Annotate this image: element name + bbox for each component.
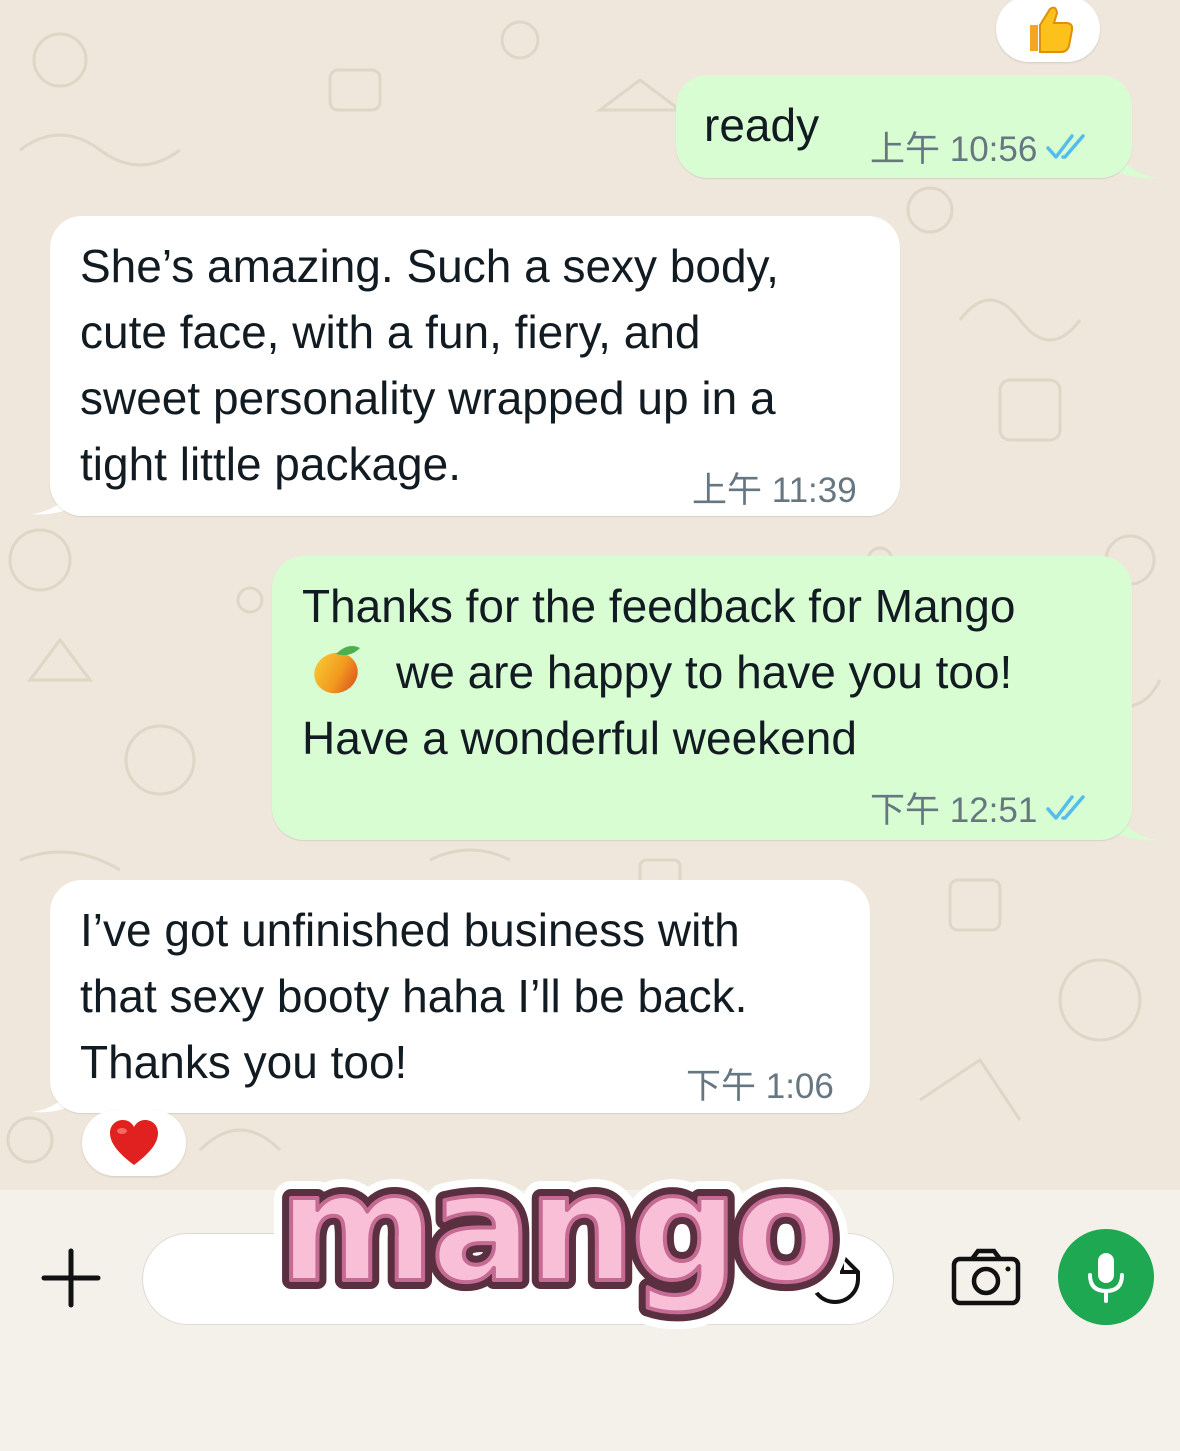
message-text-line: we are happy to have you too! [396,646,1013,698]
camera-icon[interactable] [950,1247,1022,1307]
message-text-line: Thanks for the feedback for Mango [302,580,1016,632]
message-text: She’s amazing. Such a sexy body, cute fa… [80,240,779,490]
message-bubble-outgoing[interactable]: Thanks for the feedback for Mango we are… [272,556,1132,840]
message-text-line: Have a wonderful weekend [302,712,857,764]
brand-watermark: mango mango mango [262,1140,855,1333]
voice-message-button[interactable] [1058,1229,1154,1325]
message-bubble-incoming[interactable]: She’s amazing. Such a sexy body, cute fa… [50,216,900,516]
red-heart-icon [110,1120,158,1165]
reaction-thumbs-up[interactable] [996,0,1100,62]
message-time: 上午 10:56 [870,130,1038,169]
message-time: 上午 11:39 [692,471,857,510]
message-text: I’ve got unfinished business with that s… [80,904,748,1088]
thumbs-up-icon [1030,6,1074,53]
message-meta: 上午 10:56 [870,121,1091,172]
message-text: ready [704,99,820,151]
message-time: 下午 1:06 [686,1067,834,1106]
read-receipt-icon [1046,794,1086,820]
message-bubble-outgoing[interactable]: ready 上午 10:56 [676,75,1132,178]
message-time: 下午 12:51 [870,791,1038,830]
microphone-icon [1088,1253,1124,1303]
message-meta: 下午 12:51 [870,782,1091,833]
read-receipt-icon [1046,133,1086,159]
mango-emoji [314,646,360,694]
reaction-heart[interactable] [82,1110,186,1176]
message-bubble-incoming[interactable]: I’ve got unfinished business with that s… [50,880,870,1113]
watermark-text: mango [279,1142,834,1316]
plus-icon[interactable] [40,1247,102,1309]
